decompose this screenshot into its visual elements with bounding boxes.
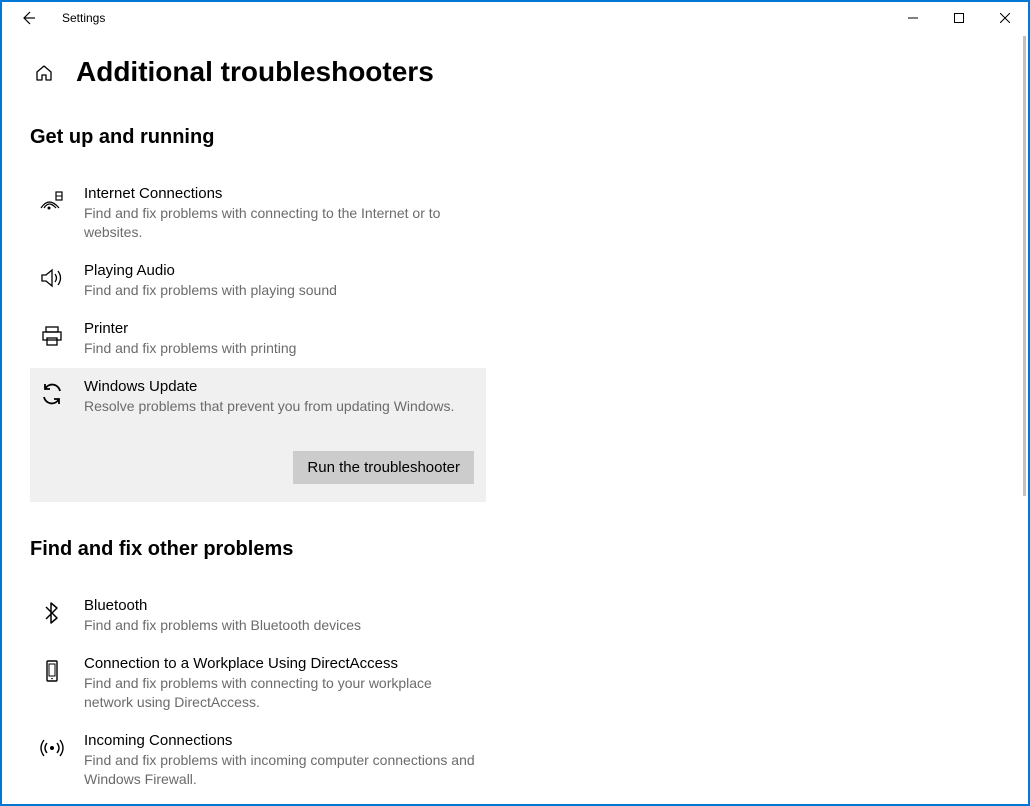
- item-desc: Resolve problems that prevent you from u…: [84, 397, 454, 416]
- titlebar: Settings: [2, 2, 1028, 34]
- printer-icon: [38, 322, 66, 350]
- item-desc: Find and fix problems with playing sound: [84, 281, 337, 300]
- troubleshooter-internet-connections[interactable]: Internet Connections Find and fix proble…: [30, 175, 486, 252]
- item-title: Bluetooth: [84, 597, 361, 614]
- item-desc: Find and fix problems with Bluetooth dev…: [84, 616, 361, 635]
- back-button[interactable]: [18, 8, 38, 28]
- troubleshooter-playing-audio[interactable]: Playing Audio Find and fix problems with…: [30, 252, 486, 310]
- troubleshooter-directaccess[interactable]: Connection to a Workplace Using DirectAc…: [30, 645, 486, 722]
- troubleshooter-keyboard[interactable]: Keyboard: [30, 799, 486, 804]
- close-button[interactable]: [982, 2, 1028, 34]
- content-area: Additional troubleshooters Get up and ru…: [2, 34, 1028, 804]
- item-title: Windows Update: [84, 378, 454, 395]
- scroll-thumb[interactable]: [1023, 36, 1026, 496]
- troubleshooter-printer[interactable]: Printer Find and fix problems with print…: [30, 310, 486, 368]
- item-title: Internet Connections: [84, 185, 476, 202]
- broadcast-icon: [38, 734, 66, 762]
- maximize-button[interactable]: [936, 2, 982, 34]
- page-title: Additional troubleshooters: [76, 56, 434, 88]
- scrollbar[interactable]: [1018, 36, 1028, 802]
- troubleshooter-incoming-connections[interactable]: Incoming Connections Find and fix proble…: [30, 722, 486, 799]
- item-title: Incoming Connections: [84, 732, 476, 749]
- troubleshooter-windows-update[interactable]: Windows Update Resolve problems that pre…: [30, 368, 486, 503]
- globe-wifi-icon: [38, 187, 66, 215]
- getup-list: Internet Connections Find and fix proble…: [30, 175, 486, 502]
- item-title: Connection to a Workplace Using DirectAc…: [84, 655, 476, 672]
- minimize-button[interactable]: [890, 2, 936, 34]
- speaker-icon: [38, 264, 66, 292]
- phone-device-icon: [38, 657, 66, 685]
- window-title: Settings: [62, 11, 105, 25]
- item-title: Printer: [84, 320, 296, 337]
- item-desc: Find and fix problems with incoming comp…: [84, 751, 476, 789]
- troubleshooter-bluetooth[interactable]: Bluetooth Find and fix problems with Blu…: [30, 587, 486, 645]
- item-title: Playing Audio: [84, 262, 337, 279]
- run-troubleshooter-button[interactable]: Run the troubleshooter: [293, 451, 474, 484]
- section-heading-other: Find and fix other problems: [30, 538, 1028, 561]
- other-list: Bluetooth Find and fix problems with Blu…: [30, 587, 486, 804]
- sync-icon: [38, 380, 66, 408]
- section-heading-getup: Get up and running: [30, 126, 1028, 149]
- home-icon[interactable]: [30, 59, 58, 87]
- bluetooth-icon: [38, 599, 66, 627]
- item-desc: Find and fix problems with connecting to…: [84, 674, 476, 712]
- item-desc: Find and fix problems with printing: [84, 339, 296, 358]
- item-desc: Find and fix problems with connecting to…: [84, 204, 476, 242]
